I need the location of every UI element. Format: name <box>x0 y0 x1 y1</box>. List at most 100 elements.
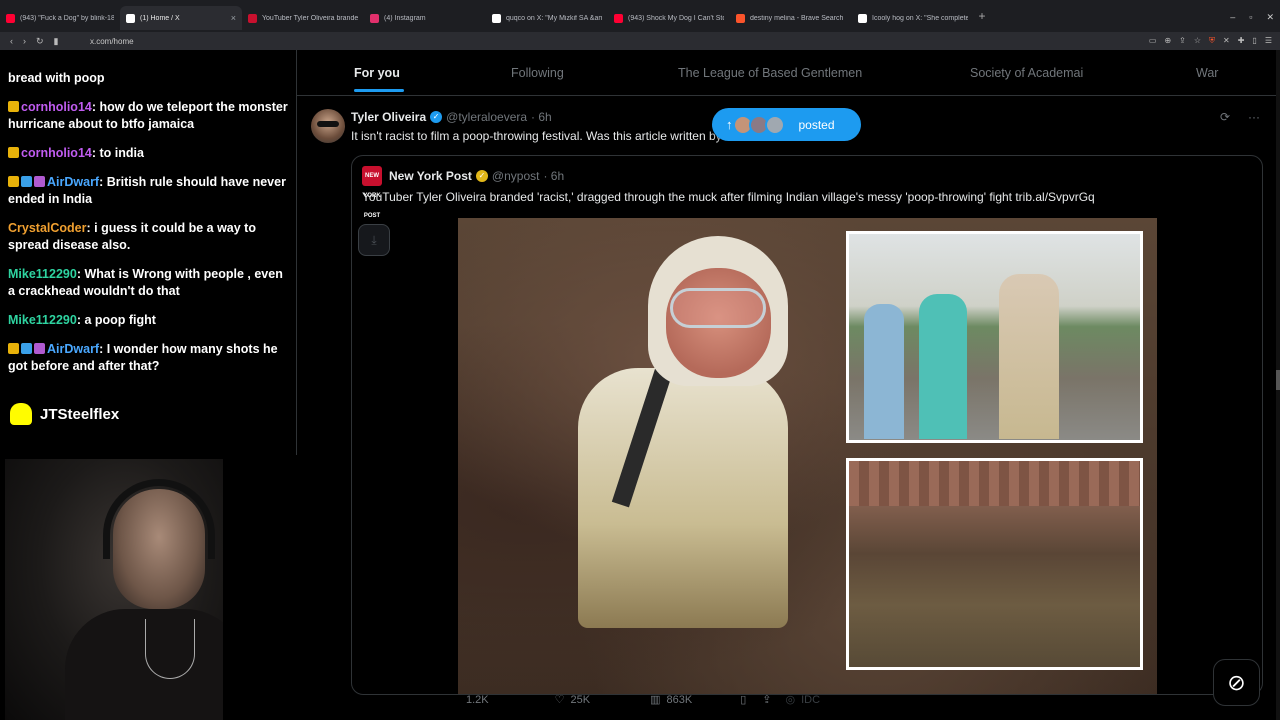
grok-icon: ◎ <box>785 694 796 706</box>
mini-avatar <box>764 114 785 135</box>
browser-tab[interactable]: Icooly hog on X: "She completely ne <box>852 6 974 30</box>
views-button[interactable]: ▥ 863K <box>650 693 693 707</box>
white-suit <box>578 368 788 628</box>
tab-favicon-icon <box>858 13 867 23</box>
chat-username[interactable]: cornholio14 <box>21 146 92 160</box>
brave-shield-icon[interactable]: ⛨ <box>1209 36 1215 46</box>
post-time[interactable]: · 6h <box>531 110 552 124</box>
chat-badge-icon <box>34 343 45 354</box>
feed-tabs: For you Following The League of Based Ge… <box>297 50 1280 96</box>
snapchat-handle: JTSteelflex <box>10 403 119 425</box>
reload-icon[interactable]: ↻ <box>36 36 44 47</box>
post-text: It isn't racist to film a poop-throwing … <box>351 129 722 143</box>
chat-username[interactable]: AirDwarf <box>47 175 99 189</box>
verified-gold-badge-icon: ✓ <box>475 170 488 182</box>
tab-favicon-icon <box>736 13 745 23</box>
quote-author-handle[interactable]: @nypost <box>492 169 540 183</box>
arrow-up-icon: ↑ <box>726 117 733 132</box>
back-icon[interactable]: ‹ <box>10 36 13 47</box>
tab-war[interactable]: War <box>1196 66 1218 80</box>
sidebar-icon[interactable]: ▯ <box>1252 36 1256 46</box>
tab-society-of-academai[interactable]: Society of Academai <box>970 66 1083 80</box>
person-figure <box>999 274 1059 439</box>
chat-username[interactable]: AirDwarf <box>47 342 99 356</box>
chat-username[interactable]: CrystalCoder <box>8 221 87 235</box>
forward-icon[interactable]: › <box>23 36 26 47</box>
tab-title: quqco on X: "My Mizkif SA &amp; ha <box>506 14 602 22</box>
share-icon[interactable]: ⇪ <box>1179 36 1186 46</box>
browser-tab[interactable]: (943) Shock My Dog I Can't Stop - Yo <box>608 6 730 30</box>
chat-badge-icon <box>8 147 19 158</box>
view-count: 863K <box>666 693 693 706</box>
maximize-button[interactable]: ▫ <box>1249 12 1252 23</box>
chat-username[interactable]: Mike112290 <box>8 313 77 327</box>
minimize-button[interactable]: – <box>1230 12 1235 23</box>
chat-username[interactable]: cornholio14 <box>21 100 92 114</box>
cast-icon[interactable]: ▭ <box>1149 36 1157 46</box>
share-button[interactable]: ⇪ <box>762 693 771 706</box>
puzzle-icon[interactable]: ✚ <box>1238 36 1245 46</box>
browser-tab[interactable]: quqco on X: "My Mizkif SA &amp; ha <box>486 6 608 30</box>
post-media-image[interactable] <box>458 218 1157 694</box>
post-header: Tyler Oliveira ✓ @tyleraloevera · 6h <box>351 110 552 124</box>
author-handle[interactable]: @tyleraloevera <box>446 110 527 124</box>
chat-message: AirDwarf: I wonder how many shots he got… <box>8 341 288 375</box>
chat-message: cornholio14: to india <box>8 145 288 162</box>
tab-title: (943) "Fuck a Dog" by blink-182 from <box>20 14 114 22</box>
chat-message: Mike112290: a poop fight <box>8 312 288 329</box>
chat-badge-icon <box>21 343 32 354</box>
tab-favicon-icon <box>614 13 623 23</box>
tab-favicon-icon <box>248 13 257 23</box>
headphones-icon <box>103 479 215 559</box>
quote-time[interactable]: · 6h <box>543 169 564 183</box>
new-tab-button[interactable]: + <box>974 9 990 23</box>
grok-label: IDC <box>801 693 821 706</box>
grok-badge[interactable]: ◎ IDC <box>785 693 821 707</box>
browser-tab[interactable]: YouTuber Tyler Oliveira branded 'racis <box>242 6 364 30</box>
browser-tab[interactable]: destiny melina - Brave Search <box>730 6 852 30</box>
scrollbar[interactable] <box>1276 50 1280 720</box>
like-button[interactable]: ♡ 25K <box>554 693 591 707</box>
chat-username[interactable]: Mike112290 <box>8 267 77 281</box>
reply-button[interactable]: 1.2K <box>466 694 489 706</box>
tab-for-you[interactable]: For you <box>354 66 404 92</box>
goggles <box>670 288 766 328</box>
like-count: 25K <box>570 693 591 706</box>
close-window-button[interactable]: ✕ <box>1266 12 1274 23</box>
quote-author-name[interactable]: New York Post <box>389 169 472 183</box>
bookmark-icon[interactable]: ▮ <box>54 36 59 47</box>
grok-explain-icon[interactable]: ⟳ <box>1220 110 1230 124</box>
url-field[interactable]: x.com/home <box>70 37 1149 46</box>
extension-icon[interactable]: ✕ <box>1223 36 1230 46</box>
nav-buttons: ‹ › ↻ ▮ <box>0 36 70 47</box>
more-options-icon[interactable]: ··· <box>1248 110 1260 124</box>
quoted-post[interactable]: NEW YORK POST New York Post ✓ @nypost · … <box>351 155 1263 695</box>
verified-badge-icon: ✓ <box>430 111 443 123</box>
quote-header: NEW YORK POST New York Post ✓ @nypost · … <box>362 166 564 219</box>
browser-tab[interactable]: (1) Home / X × <box>120 6 242 30</box>
author-name[interactable]: Tyler Oliveira <box>351 110 426 124</box>
grok-floating-button[interactable]: ⊘ <box>1213 659 1260 706</box>
chat-text: : a poop fight <box>76 313 156 327</box>
new-posts-pill[interactable]: ↑ posted <box>712 108 861 141</box>
tab-title: (1) Home / X <box>140 14 180 22</box>
quote-text: YouTuber Tyler Oliveira branded 'racist,… <box>362 190 1095 204</box>
star-icon[interactable]: ☆ <box>1194 36 1201 46</box>
inset-photo-street <box>846 231 1143 443</box>
avatar[interactable] <box>311 109 345 143</box>
chat-badge-icon <box>8 176 19 187</box>
zoom-icon[interactable]: ⊕ <box>1164 36 1171 46</box>
bookmark-button[interactable]: ▯ <box>740 693 746 706</box>
heart-icon: ♡ <box>554 694 565 706</box>
menu-icon[interactable]: ☰ <box>1265 36 1272 46</box>
nypost-logo: NEW YORK POST <box>362 166 382 219</box>
browser-tab[interactable]: (4) Instagram <box>364 6 486 30</box>
scrollbar-thumb[interactable] <box>1276 370 1280 390</box>
chat-badge-icon <box>21 176 32 187</box>
tab-close-icon[interactable]: × <box>231 13 236 23</box>
window-controls: – ▫ ✕ <box>1230 12 1274 23</box>
browser-tab[interactable]: (943) "Fuck a Dog" by blink-182 from <box>0 6 120 30</box>
download-icon[interactable]: ⤓ <box>358 224 390 256</box>
tab-following[interactable]: Following <box>511 66 564 80</box>
tab-league-of-based-gentlemen[interactable]: The League of Based Gentlemen <box>678 66 862 80</box>
